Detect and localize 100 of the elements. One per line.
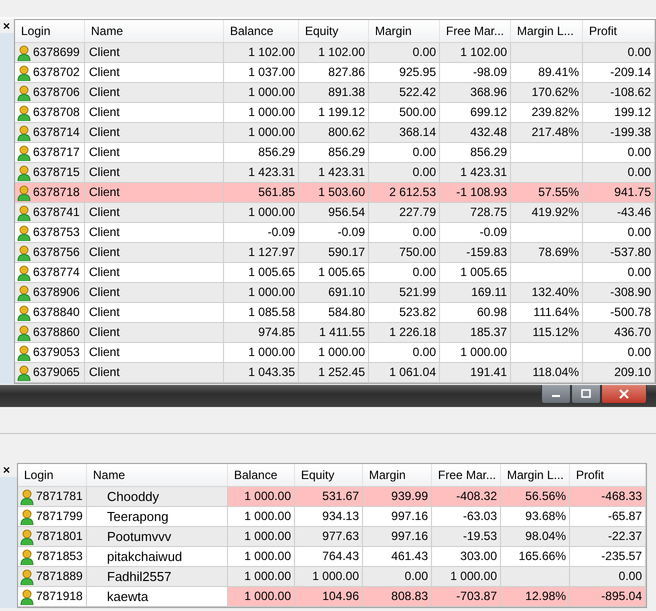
table-row[interactable]: 6378699 Client 1 102.00 1 102.00 0.00 1 102.00 0.00 [15, 43, 655, 63]
column-header[interactable]: Free Mar... [440, 20, 511, 42]
column-header[interactable]: Name [85, 20, 224, 42]
table-cell-text: 1 503.60 [318, 184, 365, 201]
close-button[interactable] [601, 385, 647, 404]
table-cell-text: 0.00 [412, 44, 436, 61]
table-cell-text: 997.16 [391, 528, 428, 545]
table-cell-text: 1 005.65 [460, 264, 507, 281]
table-cell-text: 7871799 [36, 508, 83, 525]
user-icon [20, 508, 34, 524]
table-cell-text: 6378840 [33, 304, 80, 321]
column-header[interactable]: Margin L... [501, 464, 570, 486]
close-button[interactable]: × [0, 463, 17, 477]
table-cell-text: -500.78 [610, 304, 651, 321]
table-row[interactable]: 6378706 Client 1 000.00 891.38 522.42 368.96 170.62% -108.62 [15, 83, 655, 103]
table-cell-text: Client [89, 304, 120, 321]
table-row[interactable]: 7871918 kaewta 1 000.00 104.96 808.83 -703.87 12.98% -895.04 [18, 587, 646, 607]
table-cell-text: 2 612.53 [389, 184, 436, 201]
column-header[interactable]: Profit [570, 464, 646, 486]
table-row[interactable]: 6378717 Client 856.29 856.29 0.00 856.29 0.00 [15, 143, 655, 163]
table-cell-text: 6378906 [33, 284, 80, 301]
user-icon [20, 568, 34, 584]
table-cell-text: 368.14 [399, 124, 436, 141]
column-header[interactable]: Margin [363, 464, 432, 486]
table-cell-text: Chooddy [107, 488, 160, 506]
column-header[interactable]: Equity [299, 20, 369, 42]
user-icon [17, 304, 31, 320]
user-icon [17, 364, 31, 380]
table-row[interactable]: 6378756 Client 1 127.97 590.17 750.00 -159.83 78.69% -537.80 [15, 243, 655, 263]
column-header[interactable]: Equity [295, 464, 363, 486]
table-cell-text: Teerapong [107, 508, 168, 526]
table-cell-text: 590.17 [328, 244, 365, 261]
table-cell-text: 6378715 [33, 164, 80, 181]
column-header[interactable]: Login [18, 464, 87, 486]
table-cell-text: 856.29 [470, 144, 507, 161]
column-header[interactable]: Free Mar... [432, 464, 501, 486]
table-cell-text: 1 037.00 [248, 64, 295, 81]
table-cell-text: -22.37 [608, 528, 642, 545]
table-cell-text: 6378708 [33, 104, 80, 121]
table-cell-text: 436.70 [614, 324, 651, 341]
table-cell-text: 1 252.45 [318, 364, 365, 381]
user-icon [20, 528, 34, 544]
table-cell-text: -199.38 [610, 124, 651, 141]
table-row[interactable]: 6379065 Client 1 043.35 1 252.45 1 061.04 191.41 118.04% 209.10 [15, 363, 655, 383]
table-cell-text: 0.00 [628, 224, 651, 241]
table-cell-text: -537.80 [610, 244, 651, 261]
table-row[interactable]: 6378840 Client 1 085.58 584.80 523.82 60.98 111.64% -500.78 [15, 303, 655, 323]
table-row[interactable]: 6378741 Client 1 000.00 956.54 227.79 728.75 419.92% -43.46 [15, 203, 655, 223]
table-row[interactable]: 7871853 pitakchaiwud 1 000.00 764.43 461.43 303.00 165.66% -235.57 [18, 547, 646, 567]
table-cell-text: 1 226.18 [389, 324, 436, 341]
table-row[interactable]: 6378774 Client 1 005.65 1 005.65 0.00 1 005.65 0.00 [15, 263, 655, 283]
column-header[interactable]: Balance [224, 20, 299, 42]
column-header[interactable]: Balance [228, 464, 295, 486]
table-row[interactable]: 6378718 Client 561.85 1 503.60 2 612.53 -1 108.93 57.55% 941.75 [15, 183, 655, 203]
table-cell-text: 1 000.00 [460, 344, 507, 361]
table-cell-text: -408.32 [456, 488, 497, 505]
table-cell-text: 1 423.31 [460, 164, 507, 181]
column-header[interactable]: Profit [583, 20, 655, 42]
table-row[interactable]: 6378708 Client 1 000.00 1 199.12 500.00 699.12 239.82% 199.12 [15, 103, 655, 123]
table-row[interactable]: 6378860 Client 974.85 1 411.55 1 226.18 185.37 115.12% 436.70 [15, 323, 655, 343]
column-header[interactable]: Name [87, 464, 228, 486]
table-cell-text: 115.12% [532, 324, 579, 341]
table-cell-text: 6378717 [33, 144, 80, 161]
table-cell-text: 1 102.00 [318, 44, 365, 61]
table-cell-text: 0.00 [412, 224, 436, 241]
table-row[interactable]: 6378906 Client 1 000.00 691.10 521.99 169.11 132.40% -308.90 [15, 283, 655, 303]
table-cell-text: -235.57 [601, 548, 642, 565]
table-row[interactable]: 6378714 Client 1 000.00 800.62 368.14 432.48 217.48% -199.38 [15, 123, 655, 143]
table-row[interactable]: 7871781 Chooddy 1 000.00 531.67 939.99 -408.32 56.56% -468.33 [18, 487, 646, 507]
minimize-button[interactable] [541, 385, 571, 404]
table-cell-text: Client [89, 164, 120, 181]
maximize-button[interactable] [571, 385, 601, 404]
table-row[interactable]: 6378753 Client -0.09 -0.09 0.00 -0.09 0.00 [15, 223, 655, 243]
table-cell-text: 132.40% [532, 284, 579, 301]
user-icon [17, 204, 31, 220]
close-button[interactable]: × [0, 19, 14, 33]
table-cell-text: Client [89, 244, 120, 261]
table-cell-text: -0.09 [338, 224, 365, 241]
table-row[interactable]: 6378715 Client 1 423.31 1 423.31 0.00 1 423.31 0.00 [15, 163, 655, 183]
column-header[interactable]: Margin L... [511, 20, 583, 42]
table-cell-text: 0.00 [412, 144, 436, 161]
table-cell-text: 1 000.00 [244, 528, 291, 545]
table-row[interactable]: 7871889 Fadhil2557 1 000.00 1 000.00 0.00 1 000.00 0.00 [18, 567, 646, 587]
table-cell-text: 6379065 [33, 364, 80, 381]
table-row[interactable]: 7871801 Pootumvvv 1 000.00 977.63 997.16 -19.53 98.04% -22.37 [18, 527, 646, 547]
table-cell-text: Fadhil2557 [107, 568, 172, 586]
table-cell-text: 7871918 [36, 588, 83, 605]
table-row[interactable]: 6379053 Client 1 000.00 1 000.00 0.00 1 000.00 0.00 [15, 343, 655, 363]
column-header[interactable]: Login [15, 20, 85, 42]
user-icon [20, 548, 34, 564]
table-cell-text: 0.00 [618, 568, 642, 585]
table-cell-text: 7871781 [36, 488, 83, 505]
table-cell-text: -65.87 [608, 508, 642, 525]
column-header[interactable]: Margin [369, 20, 440, 42]
table-cell-text: Client [89, 84, 120, 101]
table-row[interactable]: 7871799 Teerapong 1 000.00 934.13 997.16 -63.03 93.68% -65.87 [18, 507, 646, 527]
table-cell-text: Client [89, 124, 120, 141]
table-row[interactable]: 6378702 Client 1 037.00 827.86 925.95 -98.09 89.41% -209.14 [15, 63, 655, 83]
table-cell-text: 432.48 [470, 124, 507, 141]
table-cell-text: 691.10 [328, 284, 365, 301]
